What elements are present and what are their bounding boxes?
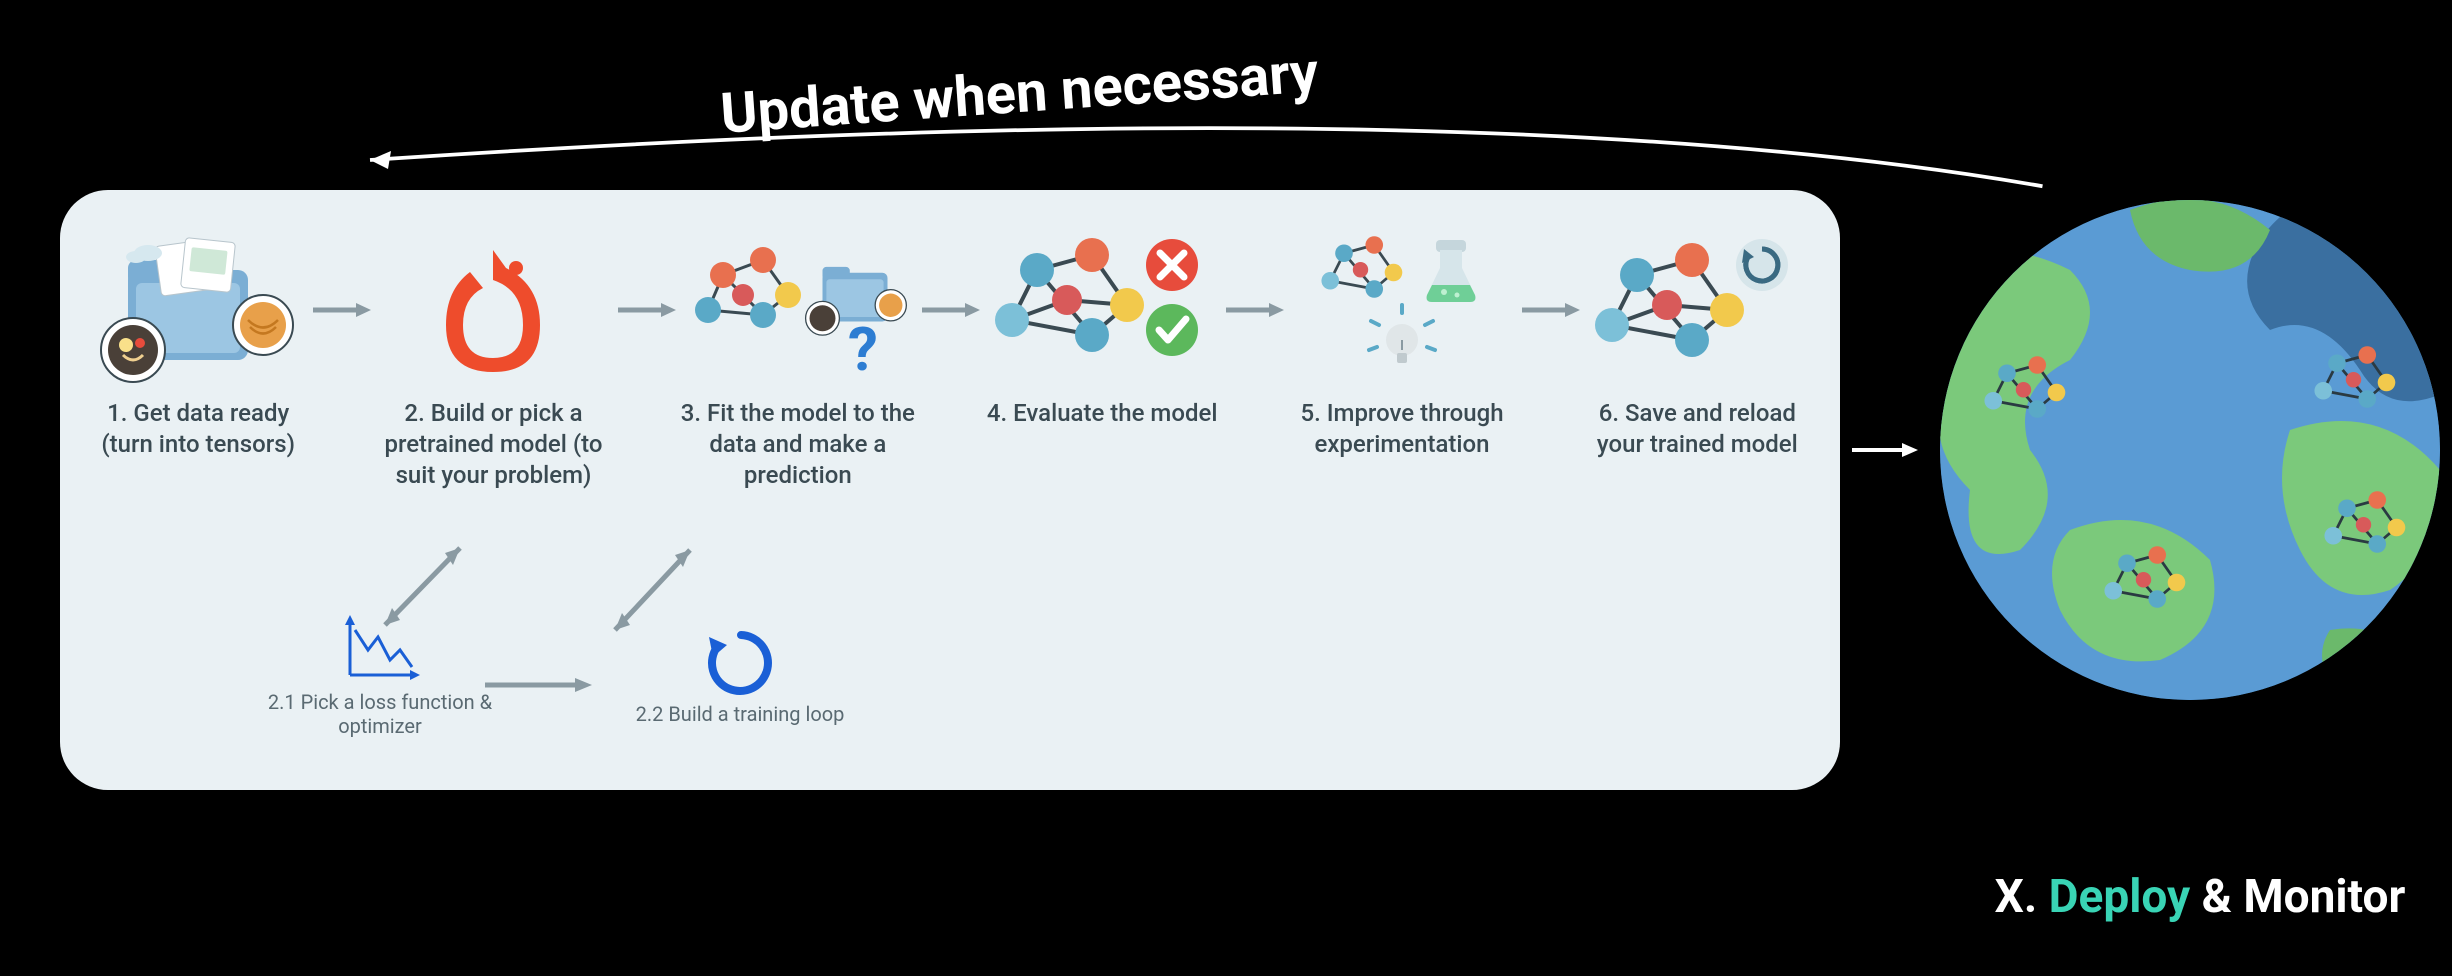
step-2: 2. Build or pick a pretrained model (to …	[376, 230, 610, 492]
evaluate-icon	[992, 235, 1212, 385]
step-2-label: 2. Build or pick a pretrained model (to …	[376, 398, 610, 492]
step-2-2: 2.2 Build a training loop	[620, 622, 860, 726]
fit-model-icon: ?	[683, 235, 913, 385]
loss-chart-icon	[340, 615, 420, 685]
update-caption: Update when necessary	[718, 39, 1320, 147]
step-1-label: 1. Get data ready (turn into tensors)	[90, 398, 306, 460]
step-1: 1. Get data ready (turn into tensors)	[90, 230, 306, 460]
arrow-3-4	[915, 230, 985, 390]
arrow-5-6	[1515, 230, 1585, 390]
arrow-2-3	[611, 230, 681, 390]
deploy-suffix: & Monitor	[2202, 870, 2406, 924]
step-3: ? 3. Fit the model to the data and make …	[681, 230, 915, 492]
deploy-caption: X. Deploy & Monitor	[1960, 870, 2440, 924]
step-2-1-label: 2.1 Pick a loss function & optimizer	[240, 690, 520, 738]
svg-text:?: ?	[848, 314, 878, 385]
workflow-steps-row: 1. Get data ready (turn into tensors) 2.…	[90, 230, 1810, 492]
save-reload-icon	[1592, 235, 1802, 385]
step-4: 4. Evaluate the model	[985, 230, 1219, 429]
step-5-label: 5. Improve through experimentation	[1289, 398, 1514, 460]
substeps-row: 2.1 Pick a loss function & optimizer 2.2…	[240, 610, 860, 738]
step-5: 5. Improve through experimentation	[1289, 230, 1514, 460]
step-6-label: 6. Save and reload your trained model	[1585, 398, 1810, 460]
globe-deploy	[1930, 190, 2450, 710]
training-loop-icon	[703, 625, 778, 700]
data-folder-icon	[98, 235, 298, 385]
step-2-1: 2.1 Pick a loss function & optimizer	[240, 610, 520, 738]
step-2-2-label: 2.2 Build a training loop	[636, 702, 845, 726]
arrow-to-deploy	[1850, 440, 1920, 460]
deploy-prefix: X.	[1995, 870, 2038, 924]
workflow-card: 1. Get data ready (turn into tensors) 2.…	[60, 190, 1840, 790]
pytorch-icon	[428, 240, 558, 380]
experiment-icon	[1302, 235, 1502, 385]
deploy-word: Deploy	[2049, 870, 2191, 924]
step-6: 6. Save and reload your trained model	[1585, 230, 1810, 460]
arrow-4-5	[1219, 230, 1289, 390]
arrow-1-2	[306, 230, 376, 390]
globe-icon	[1930, 190, 2450, 710]
step-4-label: 4. Evaluate the model	[987, 398, 1218, 429]
step-3-label: 3. Fit the model to the data and make a …	[681, 398, 915, 492]
